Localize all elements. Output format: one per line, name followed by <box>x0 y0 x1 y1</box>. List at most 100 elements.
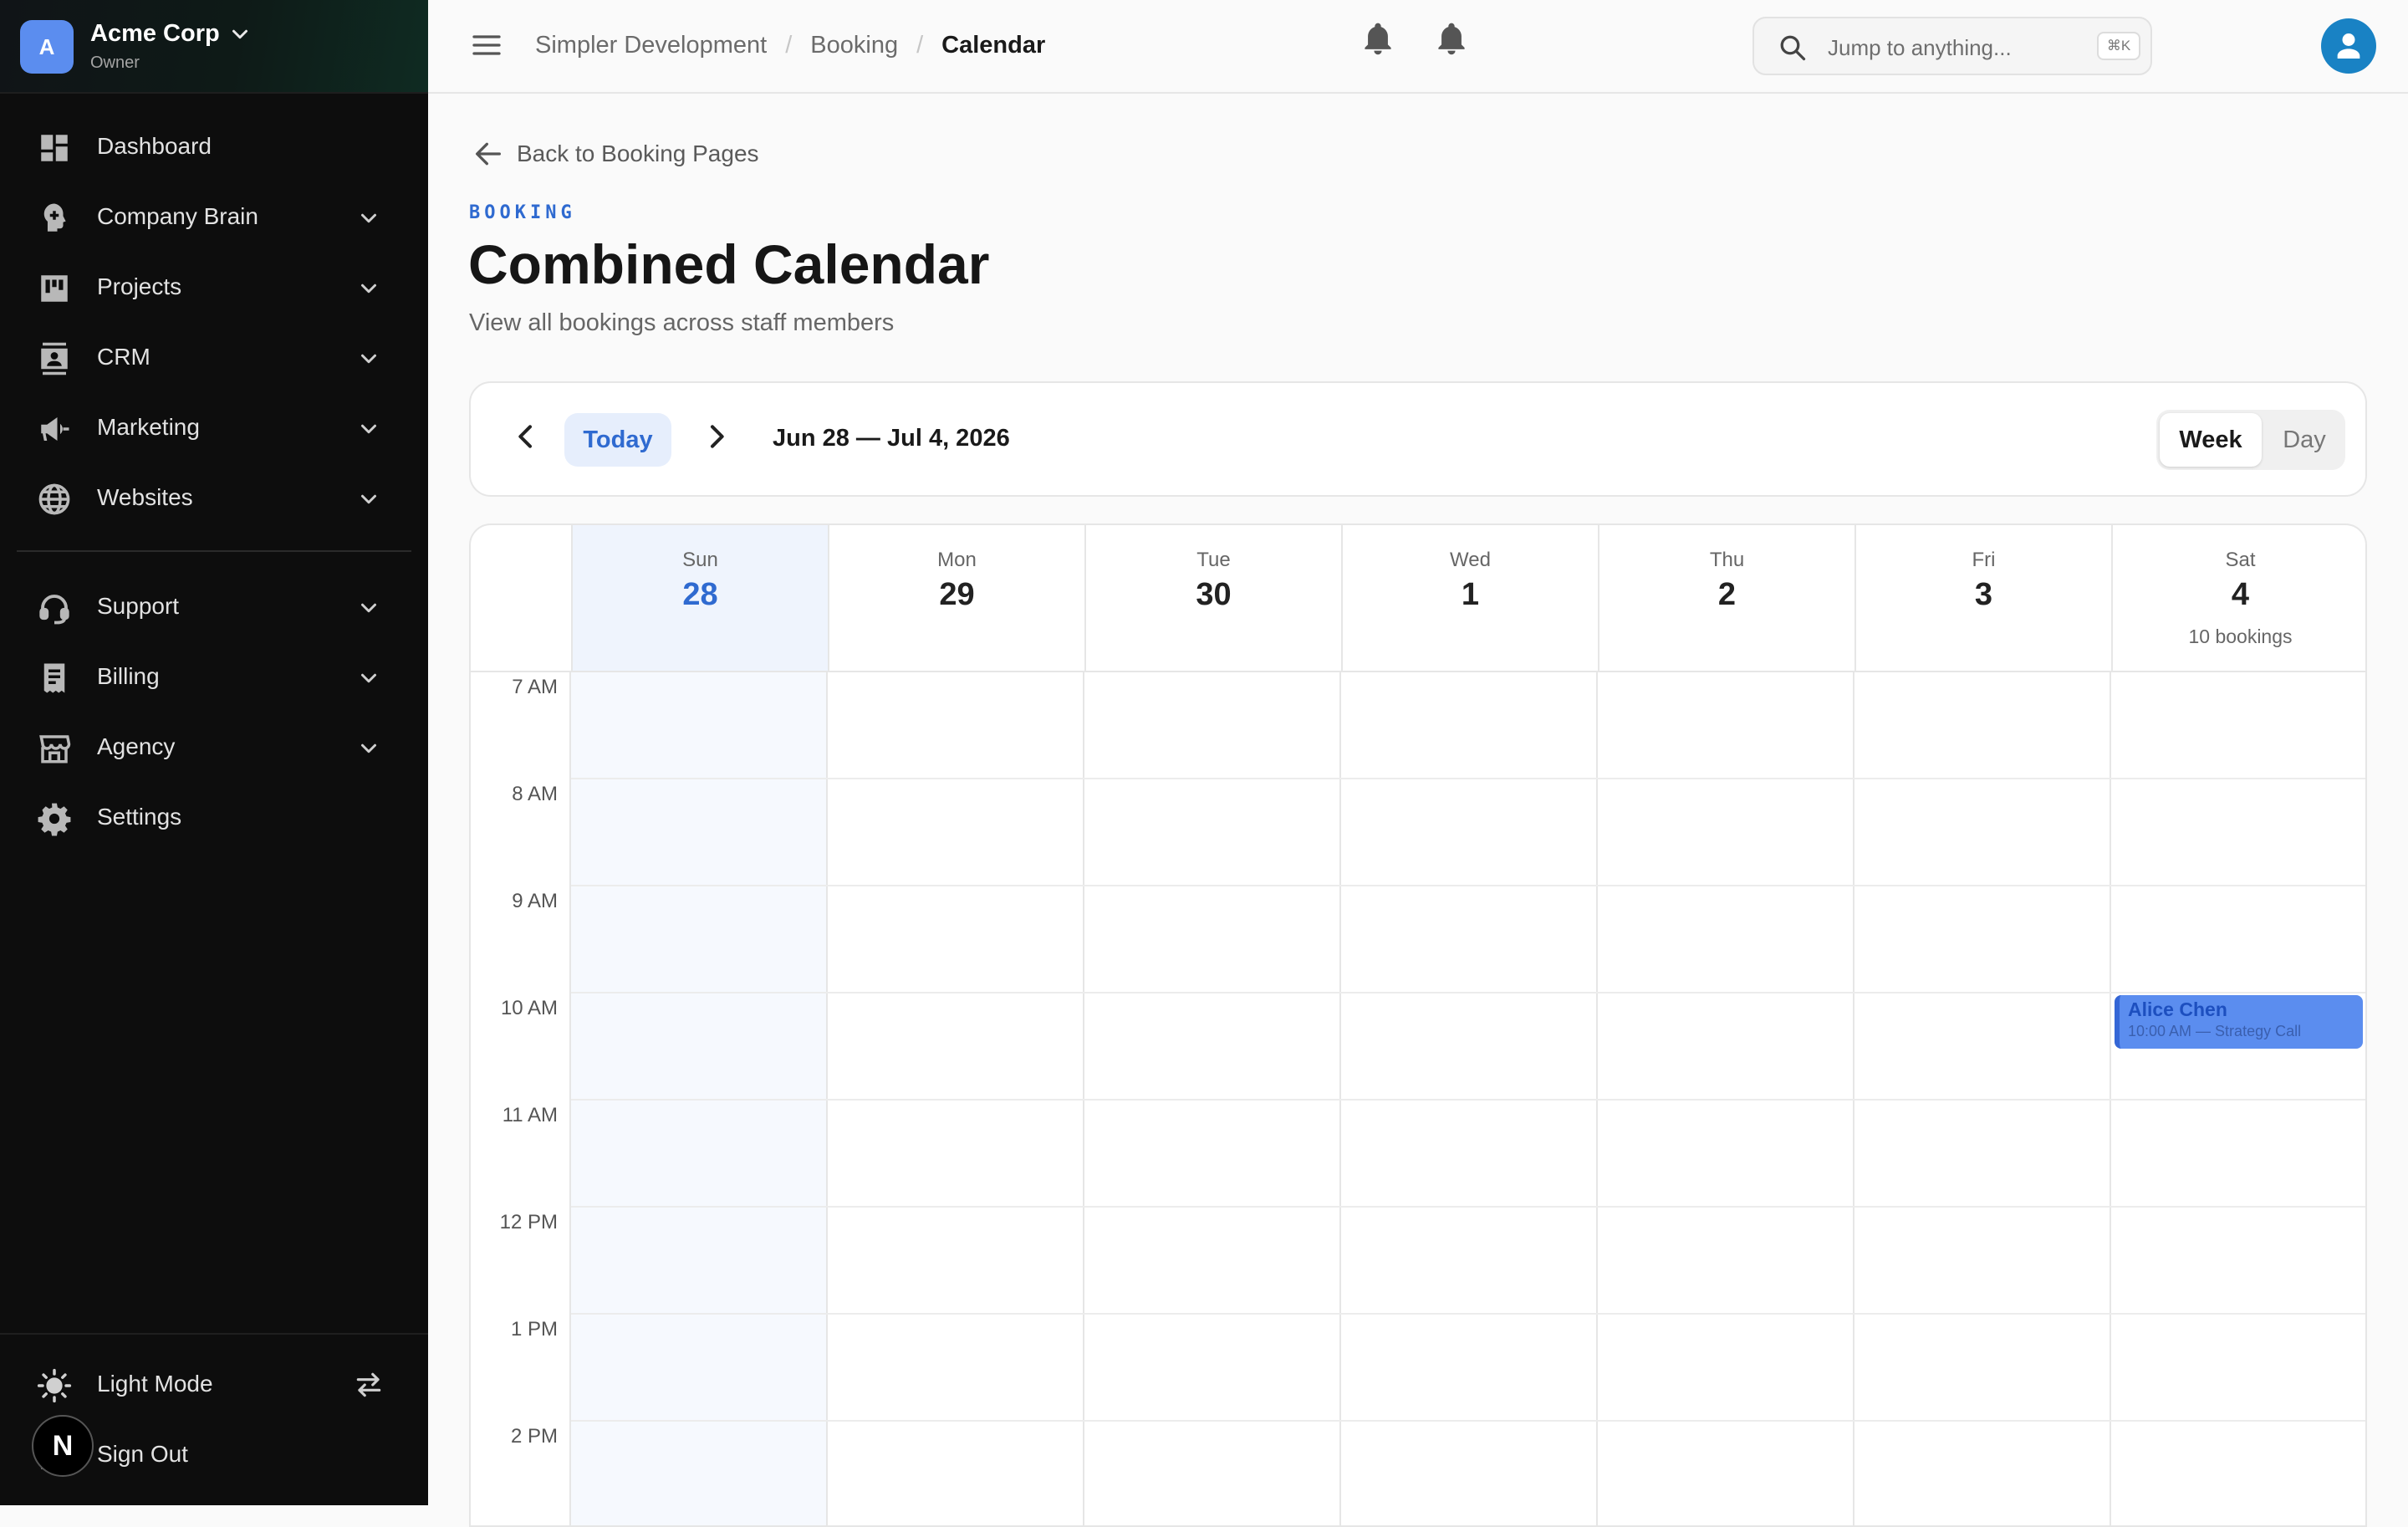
time-slot-row[interactable] <box>571 1315 2365 1420</box>
chevron-down-icon <box>361 283 376 294</box>
day-name: Wed <box>1450 549 1491 571</box>
day-name: Tue <box>1196 549 1231 571</box>
day-header[interactable]: Tue 30 <box>1084 525 1341 671</box>
sidebar-item-agency[interactable]: Agency <box>0 716 428 779</box>
chevron-down-icon <box>232 29 247 39</box>
back-to-booking-pages-link[interactable]: Back to Booking Pages <box>472 137 759 171</box>
sidebar-item-label: Agency <box>97 733 176 759</box>
chevron-down-icon <box>361 213 376 223</box>
day-number: 2 <box>1717 577 1737 612</box>
view-day-button[interactable]: Day <box>2268 413 2340 467</box>
theme-toggle[interactable]: Light Mode <box>0 1353 428 1417</box>
day-header[interactable]: Wed 1 <box>1341 525 1598 671</box>
back-link-label: Back to Booking Pages <box>517 140 759 166</box>
sidebar-item-label: Projects <box>97 273 182 299</box>
breadcrumb-current: Calendar <box>941 32 1046 59</box>
sidebar-item-settings[interactable]: Settings <box>0 786 428 850</box>
chevron-right-icon[interactable] <box>700 420 733 453</box>
sidebar-item-billing[interactable]: Billing <box>0 646 428 709</box>
sidebar-item-dashboard[interactable]: Dashboard <box>0 115 428 179</box>
chevron-down-icon <box>361 424 376 434</box>
sidebar-item-label: Settings <box>97 804 182 830</box>
sidebar-item-label: CRM <box>97 344 150 370</box>
day-header[interactable]: Sun 28 <box>571 525 828 671</box>
day-booking-count: 10 bookings <box>2188 626 2293 647</box>
sidebar-divider <box>17 550 411 552</box>
headset-icon <box>39 595 69 625</box>
view-week-button[interactable]: Week <box>2160 413 2262 467</box>
search-icon <box>1780 35 1806 61</box>
time-label: 9 AM <box>512 890 558 912</box>
user-icon <box>2337 33 2360 59</box>
globe-icon <box>38 483 70 515</box>
sidebar-item-websites[interactable]: Websites <box>0 467 428 530</box>
day-name: Sat <box>2225 549 2256 571</box>
receipt-icon <box>43 663 65 693</box>
breadcrumb-separator: / <box>916 32 924 59</box>
date-range-label: Jun 28 — Jul 4, 2026 <box>773 425 1010 452</box>
top-bar: Simpler Development / Booking / Calendar… <box>428 0 2408 94</box>
time-label: 11 AM <box>502 1104 558 1126</box>
breadcrumb-item[interactable]: Simpler Development <box>535 32 767 59</box>
breadcrumb-item[interactable]: Booking <box>810 32 898 59</box>
day-column-divider <box>2366 672 2367 1527</box>
sidebar-item-label: Billing <box>97 663 160 689</box>
gear-icon <box>38 803 71 836</box>
sidebar-item-support[interactable]: Support <box>0 575 428 639</box>
brain-icon <box>43 203 66 232</box>
time-slot-row[interactable] <box>571 1422 2365 1525</box>
storefront-icon <box>39 735 71 764</box>
global-search[interactable]: ⌘K <box>1752 17 2152 75</box>
bell-icon[interactable] <box>1360 20 1396 57</box>
today-button[interactable]: Today <box>564 413 671 467</box>
sidebar-item-marketing[interactable]: Marketing <box>0 396 428 460</box>
contacts-icon <box>41 342 68 375</box>
sidebar-item-crm[interactable]: CRM <box>0 326 428 390</box>
org-name: Acme Corp <box>90 20 220 47</box>
chevron-left-icon[interactable] <box>509 420 543 453</box>
sidebar: A Acme Corp Owner Dashboard Company Brai… <box>0 0 428 1505</box>
time-label: 12 PM <box>499 1211 558 1233</box>
day-header[interactable]: Thu 2 <box>1598 525 1854 671</box>
time-slot-row[interactable] <box>571 1208 2365 1313</box>
sidebar-footer-divider <box>0 1333 428 1335</box>
day-number: 1 <box>1461 577 1480 612</box>
sidebar-item-label: Support <box>97 593 180 619</box>
time-slot-row[interactable] <box>571 1101 2365 1206</box>
day-number: 30 <box>1196 577 1232 612</box>
day-number: 29 <box>939 577 975 612</box>
section-eyebrow: BOOKING <box>469 202 576 223</box>
search-input[interactable] <box>1826 30 2080 65</box>
kanban-icon <box>41 275 68 302</box>
sidebar-item-projects[interactable]: Projects <box>0 256 428 319</box>
breadcrumb: Simpler Development / Booking / Calendar <box>535 32 1045 59</box>
day-header[interactable]: Mon 29 <box>828 525 1084 671</box>
day-number: 4 <box>2231 577 2250 612</box>
booking-event[interactable]: Alice Chen 10:00 AM — Strategy Call <box>2115 995 2363 1049</box>
menu-icon[interactable] <box>470 28 503 62</box>
org-avatar: A <box>20 20 74 74</box>
org-role: Owner <box>90 54 140 72</box>
day-number: 28 <box>682 577 718 612</box>
framework-badge[interactable]: N <box>32 1415 94 1477</box>
day-header[interactable]: Sat 4 10 bookings <box>2111 525 2365 671</box>
time-slot-row[interactable] <box>571 886 2365 992</box>
sidebar-item-label: Company Brain <box>97 203 258 229</box>
arrow-left-icon <box>476 142 501 166</box>
sidebar-item-label: Websites <box>97 484 193 510</box>
day-header[interactable]: Fri 3 <box>1854 525 2111 671</box>
time-slot-row[interactable] <box>571 672 2365 778</box>
user-avatar[interactable] <box>2321 18 2376 74</box>
view-toggle: Week Day <box>2156 410 2345 470</box>
chevron-down-icon <box>361 354 376 364</box>
day-number: 3 <box>1974 577 1993 612</box>
sidebar-item-company-brain[interactable]: Company Brain <box>0 186 428 249</box>
day-name: Thu <box>1709 549 1745 571</box>
sidebar-item-label: Marketing <box>97 414 200 440</box>
time-slot-row[interactable] <box>571 779 2365 885</box>
time-label: 7 AM <box>512 676 558 698</box>
day-name: Fri <box>1972 549 1996 571</box>
bell-icon[interactable] <box>1433 20 1470 57</box>
time-slot-row[interactable] <box>571 993 2365 1099</box>
org-switcher[interactable]: A Acme Corp Owner <box>0 0 428 94</box>
